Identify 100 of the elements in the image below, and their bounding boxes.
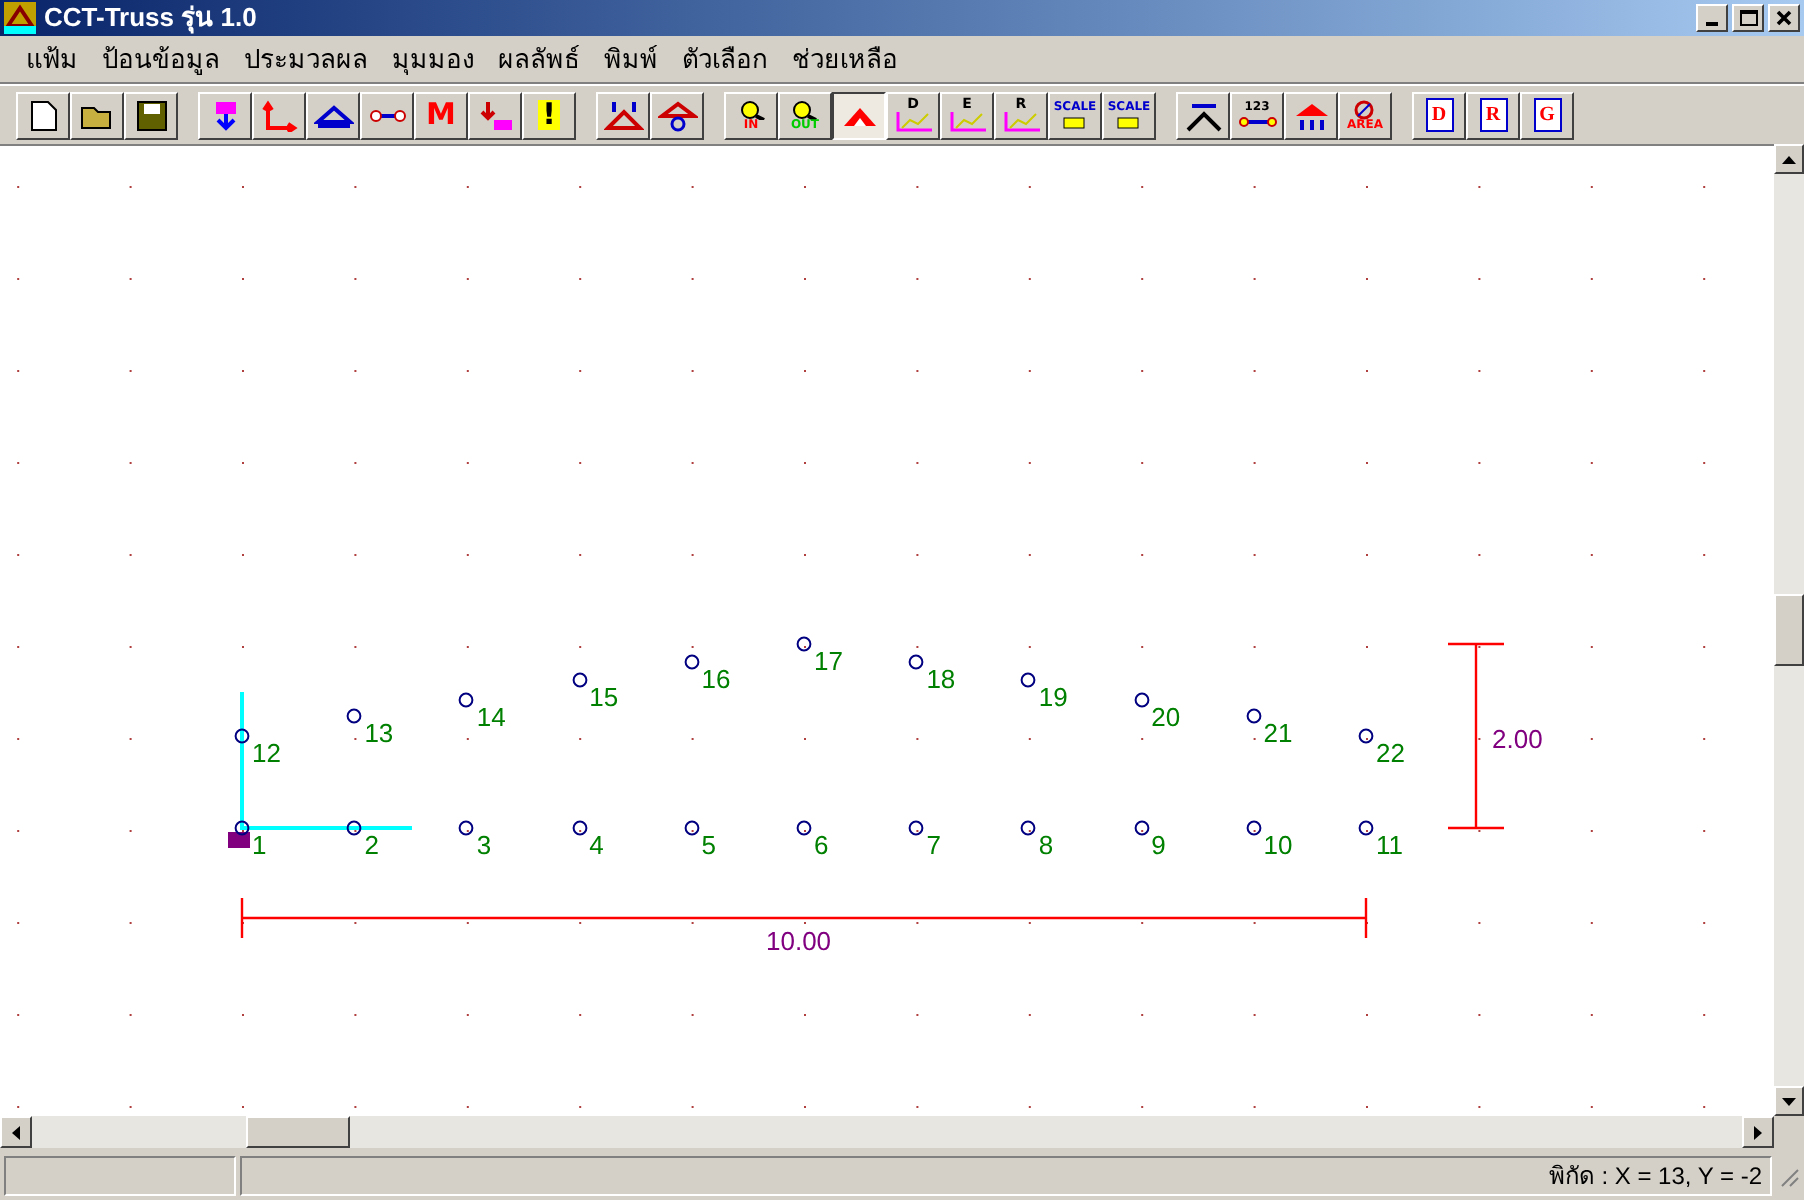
menu-item[interactable]: ป้อนข้อมูล xyxy=(92,39,230,79)
node-label: 14 xyxy=(476,704,506,731)
node-circle-icon xyxy=(1358,728,1374,744)
node-label: 5 xyxy=(701,832,717,858)
node-label: 1 xyxy=(252,832,267,858)
scroll-thumb[interactable] xyxy=(246,1116,350,1148)
close-icon xyxy=(1776,10,1792,26)
toolbar-button[interactable]: G xyxy=(1520,91,1574,139)
node-circle-icon xyxy=(796,636,812,652)
menu-item[interactable]: พิมพ์ xyxy=(594,39,668,79)
node-circle-icon xyxy=(683,820,700,836)
node-label: 17 xyxy=(814,648,843,674)
down-arrow-icon xyxy=(1782,1097,1796,1105)
dimension-icon xyxy=(1183,99,1223,131)
node-label: 2 xyxy=(364,832,379,858)
graph-icon xyxy=(895,112,931,132)
new-file-icon xyxy=(29,99,57,131)
right-arrow-icon xyxy=(1754,1125,1762,1139)
node-circle-icon xyxy=(683,654,700,671)
node-circle-icon xyxy=(346,820,363,836)
maximize-button[interactable] xyxy=(1732,4,1764,32)
node-circle-icon xyxy=(1358,820,1374,836)
scroll-down-button[interactable] xyxy=(1774,1086,1804,1116)
node-circle-icon xyxy=(908,654,925,671)
scale-shape-icon xyxy=(1114,113,1143,129)
node-label: 6 xyxy=(814,832,829,858)
toolbar-button[interactable]: D xyxy=(1412,91,1466,139)
node-label: 4 xyxy=(589,832,604,858)
member-icon xyxy=(1237,113,1277,129)
node-label: 11 xyxy=(1376,832,1403,858)
node-label: 8 xyxy=(1038,832,1054,858)
node-label: 22 xyxy=(1376,740,1405,766)
magnifier-icon xyxy=(790,99,819,119)
scroll-left-button[interactable] xyxy=(0,1116,32,1148)
horizontal-scrollbar[interactable] xyxy=(0,1116,1774,1148)
point-load-icon xyxy=(477,99,513,131)
dimension-label: 2.00 xyxy=(1492,722,1543,758)
node-label: 18 xyxy=(926,666,956,693)
node-label: 3 xyxy=(476,832,492,858)
app-logo-icon xyxy=(4,2,36,34)
no-sign-icon xyxy=(1354,99,1375,119)
scale-shape-icon xyxy=(1060,113,1089,129)
menu-item[interactable]: ช่วยเหลือ xyxy=(782,39,908,79)
node-circle-icon xyxy=(234,820,250,836)
window-title: CCT-Truss รุ่น 1.0 xyxy=(44,0,257,38)
menu-item[interactable]: ผลลัพธ์ xyxy=(488,39,590,79)
node-circle-icon xyxy=(1020,820,1037,836)
scroll-up-button[interactable] xyxy=(1774,144,1804,174)
resize-grip-icon xyxy=(1776,1164,1800,1188)
node-label: 12 xyxy=(252,740,281,766)
node-circle-icon xyxy=(571,820,588,836)
node-label: 19 xyxy=(1038,684,1068,711)
node-circle-icon xyxy=(458,692,475,709)
graph-icon xyxy=(1003,112,1039,132)
scroll-right-button[interactable] xyxy=(1742,1116,1774,1148)
truss-load-icon xyxy=(603,99,643,131)
reaction-icon xyxy=(1291,99,1331,131)
menu-item[interactable]: มุมมอง xyxy=(382,39,484,79)
toolbar-button[interactable]: ! xyxy=(522,91,576,139)
support-triangle-icon xyxy=(313,101,353,129)
node-label: 10 xyxy=(1263,832,1293,858)
node-label: 7 xyxy=(926,832,941,858)
node-circle-icon xyxy=(796,820,812,836)
node-circle-icon xyxy=(234,728,250,744)
close-button[interactable] xyxy=(1768,4,1800,32)
graph-icon xyxy=(949,112,985,132)
menu-item[interactable]: ประมวลผล xyxy=(234,39,378,79)
node-circle-icon xyxy=(346,707,363,724)
node-circle-icon xyxy=(1245,707,1262,724)
node-circle-icon xyxy=(571,672,588,689)
maximize-icon xyxy=(1739,10,1757,26)
menu-item[interactable]: แฟ้ม xyxy=(16,39,88,79)
node-label: 20 xyxy=(1151,704,1181,731)
node-circle-icon xyxy=(458,820,475,836)
node-label: 9 xyxy=(1151,832,1166,858)
node-label: 15 xyxy=(589,684,619,711)
node-circle-icon xyxy=(908,820,925,836)
toolbar-button[interactable] xyxy=(832,91,886,139)
axes-icon xyxy=(261,99,297,131)
menu-item[interactable]: ตัวเลือก xyxy=(672,39,778,79)
toolbar-button[interactable]: R xyxy=(1466,91,1520,139)
minimize-button[interactable] xyxy=(1696,4,1728,32)
node-label: 13 xyxy=(364,719,394,746)
truss-node-icon xyxy=(657,99,697,131)
folder-icon xyxy=(79,101,115,129)
scroll-thumb[interactable] xyxy=(1774,594,1804,666)
node-circle-icon xyxy=(1245,820,1262,836)
node-circle-icon xyxy=(1133,820,1150,836)
support-block xyxy=(228,832,250,848)
coordinates-text: พิกัด : X = 13, Y = -2 xyxy=(1548,1160,1762,1194)
node-label: 16 xyxy=(701,666,731,693)
save-icon xyxy=(135,99,167,131)
up-arrow-icon xyxy=(1782,155,1796,163)
left-arrow-icon xyxy=(12,1125,20,1139)
vertical-scrollbar[interactable] xyxy=(1774,144,1804,1116)
node-circle-icon xyxy=(1020,672,1037,689)
magnifier-icon xyxy=(737,99,765,119)
node-circle-icon xyxy=(1133,692,1150,709)
dimension-label: 10.00 xyxy=(766,924,832,960)
node-label: 21 xyxy=(1263,719,1293,746)
